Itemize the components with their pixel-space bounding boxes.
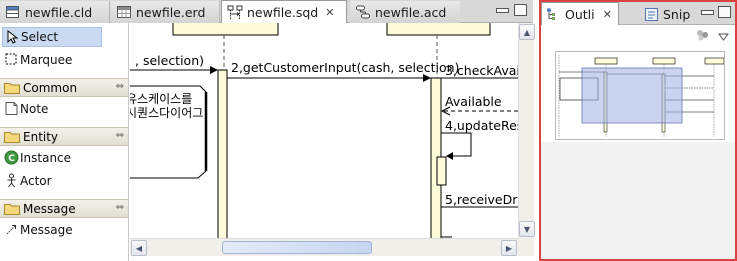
drawer-label: Message: [23, 201, 76, 216]
message-label: 5,receiveDrin: [445, 192, 518, 207]
svg-text:C: C: [8, 154, 15, 164]
snippet-icon: [644, 7, 659, 22]
class-diagram-icon: [5, 4, 21, 20]
palette-tool-message[interactable]: Message: [2, 220, 102, 240]
outline-icon: [546, 7, 561, 22]
activation-bar[interactable]: [217, 69, 228, 238]
tab-newfile-acd[interactable]: newfile.acd: [350, 1, 460, 23]
palette-tool-label: Actor: [20, 174, 52, 188]
outline-tab-bar: Outli ✕ Snip: [541, 2, 735, 26]
close-icon[interactable]: ✕: [325, 6, 334, 19]
message-label: 2,getCustomerInput(cash, selection): [231, 60, 459, 75]
scroll-down-button[interactable]: ▼: [519, 221, 535, 237]
tab-label: Outli: [565, 7, 595, 22]
lifeline-head[interactable]: [172, 23, 279, 36]
message-label: Available: [445, 94, 502, 109]
tab-label: newfile.erd: [136, 4, 206, 20]
maximize-button[interactable]: [718, 6, 731, 18]
pin-icon[interactable]: ⇔: [116, 202, 124, 213]
outline-view: Outli ✕ Snip: [539, 0, 737, 261]
palette-drawer-entity[interactable]: Entity ⇔: [0, 127, 128, 146]
minimize-button[interactable]: [701, 10, 714, 15]
select-arrow-icon: [5, 29, 20, 45]
arrowhead-icon: [446, 152, 453, 160]
drawer-label: Entity: [23, 129, 59, 144]
maximize-button[interactable]: [514, 4, 527, 16]
palette-tool-marquee[interactable]: Marquee: [2, 50, 102, 70]
palette-tool-label: Note: [20, 102, 49, 116]
palette-tool-label: Marquee: [20, 53, 73, 67]
palette-tool-actor[interactable]: Actor: [2, 171, 102, 191]
message-label: 3,checkAvail: [445, 63, 518, 78]
outline-toolbar: [541, 25, 735, 47]
palette-drawer-message[interactable]: Message ⇔: [0, 199, 128, 218]
editor-tab-bar: newfile.cld newfile.erd newfile.sqd ✕ ne…: [0, 0, 533, 24]
marquee-icon: [4, 52, 19, 67]
message-label: , selection): [135, 53, 204, 68]
activity-diagram-icon: [355, 4, 371, 20]
tab-newfile-erd[interactable]: newfile.erd: [111, 1, 220, 23]
tab-outline[interactable]: Outli ✕: [541, 2, 619, 26]
message-arrow-icon: [4, 222, 19, 237]
arrowhead-icon: [210, 66, 218, 74]
palette-tool-label: Message: [20, 223, 73, 237]
arrowhead-icon: [423, 74, 431, 82]
outline-thumbnail[interactable]: [555, 51, 725, 140]
self-message-arrow[interactable]: [441, 132, 472, 157]
er-diagram-icon: [116, 4, 132, 20]
scroll-right-button[interactable]: ▶: [501, 240, 517, 256]
pin-icon[interactable]: ⇔: [116, 81, 124, 92]
drawer-label: Common: [23, 80, 78, 95]
actor-icon: [4, 173, 19, 188]
outline-viewport[interactable]: [581, 67, 683, 124]
sequence-diagram-icon: [227, 5, 243, 21]
tab-label: newfile.cld: [25, 4, 93, 20]
instance-icon: C: [4, 150, 19, 165]
lifeline-head[interactable]: [386, 23, 491, 36]
folder-icon: [4, 82, 20, 94]
outline-empty-area: [541, 142, 735, 259]
view-menu-icon[interactable]: [718, 30, 729, 44]
palette-tool-label: Instance: [20, 151, 72, 165]
note-text: 유스케이스를: [130, 92, 192, 106]
pin-icon[interactable]: ⇔: [116, 130, 124, 141]
palette-tool-label: Select: [21, 30, 59, 44]
scroll-up-button[interactable]: ▲: [519, 24, 535, 40]
close-icon[interactable]: ✕: [603, 8, 612, 21]
tab-label: newfile.sqd: [247, 5, 319, 20]
note[interactable]: 유스케이스를 시퀀스다이어그: [130, 85, 208, 179]
scroll-corner: [518, 238, 534, 256]
tab-label: newfile.acd: [375, 4, 447, 20]
tab-label: Snip: [663, 6, 691, 22]
activation-bar[interactable]: [436, 156, 447, 186]
tab-newfile-sqd[interactable]: newfile.sqd ✕: [221, 0, 347, 24]
scroll-thumb[interactable]: [222, 241, 372, 254]
folder-icon: [4, 131, 20, 143]
view-options-icon[interactable]: [696, 29, 710, 44]
diagram-canvas[interactable]: , selection) 2,getCustomerInput(cash, se…: [130, 23, 518, 238]
scroll-left-button[interactable]: ◀: [131, 240, 147, 256]
palette-tool-select[interactable]: Select: [2, 27, 102, 47]
palette-drawer-common[interactable]: Common ⇔: [0, 78, 128, 97]
vertical-scrollbar[interactable]: ▲ ▼: [518, 23, 535, 238]
palette-tool-instance[interactable]: C Instance: [2, 148, 102, 168]
note-text: 시퀀스다이어그: [130, 106, 203, 120]
tab-newfile-cld[interactable]: newfile.cld: [0, 1, 110, 23]
note-icon: [4, 101, 19, 116]
palette: Select Marquee Common ⇔ Note Entity ⇔ C …: [0, 23, 129, 261]
folder-icon: [4, 203, 20, 215]
tab-snippets[interactable]: Snip: [640, 3, 700, 25]
message-label: 4,updateRese: [445, 118, 518, 133]
minimize-button[interactable]: [496, 8, 509, 13]
palette-tool-note[interactable]: Note: [2, 99, 102, 119]
horizontal-scrollbar[interactable]: ◀ ▶: [130, 238, 518, 256]
